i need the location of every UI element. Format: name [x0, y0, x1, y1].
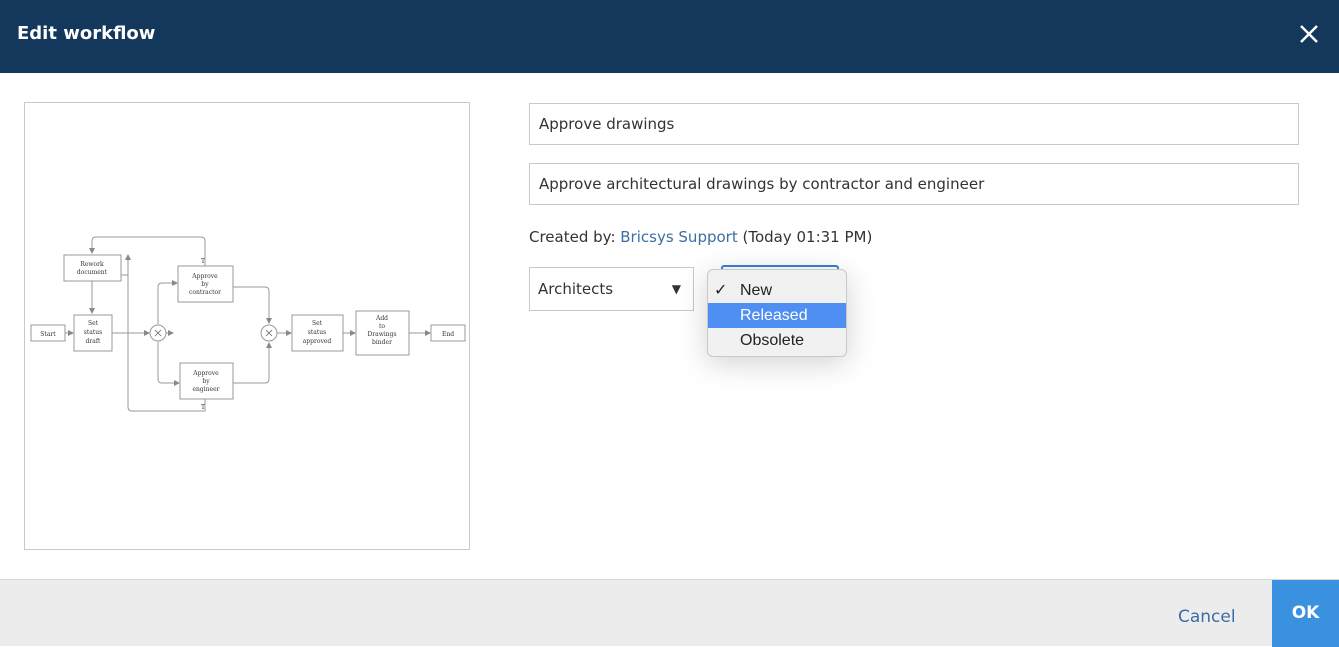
workflow-diagram-preview: Start Set status draft Rework document A… [24, 102, 470, 550]
status-option-obsolete[interactable]: Obsolete [708, 328, 846, 353]
created-by-label: Created by: [529, 228, 621, 246]
node-approve-engineer-1: Approve [192, 370, 219, 377]
created-time: (Today 01:31 PM) [737, 228, 873, 246]
cancel-button[interactable]: Cancel [1178, 607, 1236, 627]
label-t-lower: T [201, 404, 205, 411]
node-set-approved-3: approved [303, 338, 332, 345]
node-add-binder-3: Drawings [367, 331, 396, 338]
dialog-header: Edit workflow [0, 0, 1339, 73]
chevron-down-icon: ▼ [671, 282, 681, 296]
node-approve-engineer-2: by [202, 378, 210, 385]
dialog-footer: Cancel OK [0, 579, 1339, 647]
workflow-description-input[interactable]: Approve architectural drawings by contra… [529, 163, 1299, 205]
node-approve-engineer-3: engineer [192, 386, 219, 393]
node-approve-contractor-3: contractor [189, 289, 221, 296]
node-start: Start [40, 331, 56, 338]
group-select-value: Architects [538, 280, 614, 298]
status-option-new[interactable]: ✓ New [708, 278, 846, 303]
label-t-upper: T [201, 258, 205, 265]
group-select[interactable]: Architects ▼ [529, 267, 694, 311]
node-add-binder-4: binder [372, 339, 392, 346]
node-set-approved-2: status [308, 329, 326, 336]
close-icon[interactable] [1295, 20, 1323, 48]
status-option-released[interactable]: Released [708, 303, 846, 328]
ok-button[interactable]: OK [1272, 580, 1339, 647]
node-end: End [442, 331, 454, 338]
workflow-name-input[interactable]: Approve drawings [529, 103, 1299, 145]
checkmark-icon: ✓ [714, 282, 728, 299]
node-set-draft-1: Set [88, 320, 99, 327]
status-dropdown-menu: ✓ New Released Obsolete [707, 269, 847, 357]
created-by-line: Created by: Bricsys Support (Today 01:31… [529, 228, 872, 246]
created-by-user-link[interactable]: Bricsys Support [620, 228, 737, 246]
node-rework-1: Rework [80, 261, 104, 268]
dialog-title: Edit workflow [17, 23, 156, 44]
node-add-binder-1: Add [375, 315, 388, 322]
node-approve-contractor-1: Approve [191, 273, 218, 280]
node-set-draft-3: draft [86, 338, 102, 345]
node-add-binder-2: to [379, 323, 385, 330]
node-set-approved-1: Set [312, 320, 323, 327]
workflow-diagram: Start Set status draft Rework document A… [30, 236, 466, 412]
node-set-draft-2: status [84, 329, 102, 336]
node-approve-contractor-2: by [201, 281, 209, 288]
node-rework-2: document [77, 269, 108, 276]
